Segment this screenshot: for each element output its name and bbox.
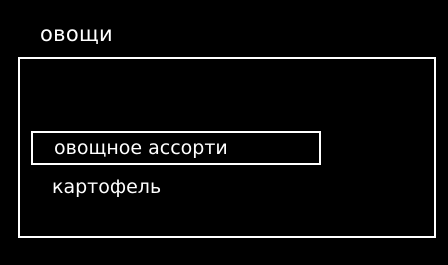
menu-item-vegetable-assortment[interactable]: овощное ассорти xyxy=(31,131,321,165)
menu-item-label: овощное ассорти xyxy=(54,137,228,159)
menu-item-label: картофель xyxy=(52,176,162,198)
menu-item-potato[interactable]: картофель xyxy=(31,172,321,206)
menu-title: овощи xyxy=(40,22,114,46)
menu-screen: овощи овощное ассорти картофель xyxy=(0,0,448,265)
